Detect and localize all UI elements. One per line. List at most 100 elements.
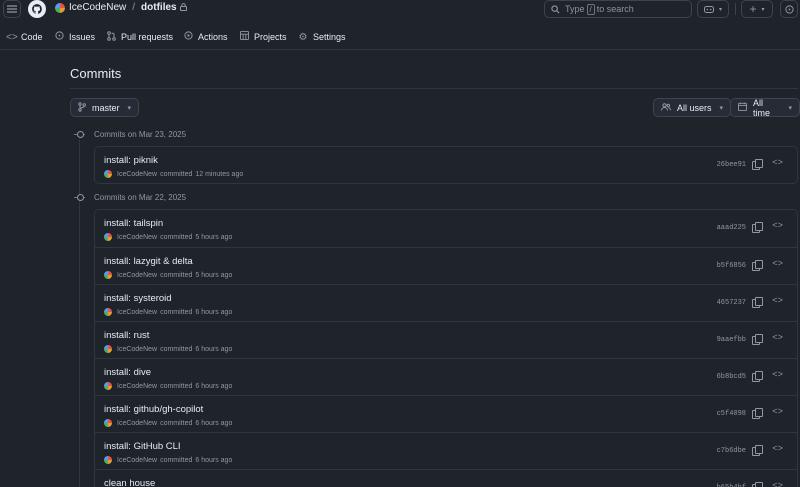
copy-icon[interactable]	[752, 260, 763, 271]
tab-label: Code	[21, 32, 43, 42]
divider	[735, 3, 736, 15]
tab-label: Projects	[254, 32, 287, 42]
chevron-down-icon: ▾	[718, 6, 722, 13]
commit-author[interactable]: IceCodeNew	[117, 234, 157, 241]
commit-row: install: tailspin IceCodeNew committed 5…	[95, 210, 797, 247]
commit-message[interactable]: clean house	[104, 478, 155, 487]
copy-icon[interactable]	[752, 371, 763, 382]
tab-pull-requests[interactable]: Pull requests	[106, 30, 173, 44]
copy-icon[interactable]	[752, 297, 763, 308]
branch-selector[interactable]: master ▾	[70, 98, 140, 117]
commit-action: committed	[160, 382, 193, 390]
commit-row: clean house b65b4bf <>	[95, 469, 797, 487]
tab-issues[interactable]: Issues	[54, 30, 95, 44]
table-icon	[239, 31, 249, 43]
commit-sha[interactable]: c7b6dbe	[717, 447, 746, 455]
code-icon[interactable]: <>	[772, 444, 783, 454]
code-icon[interactable]: <>	[772, 296, 783, 306]
copy-icon[interactable]	[752, 482, 763, 487]
menu-button[interactable]	[3, 0, 21, 18]
commit-sha[interactable]: 9aaefbb	[717, 336, 746, 344]
avatar[interactable]	[104, 233, 112, 241]
commit-row: install: rust IceCodeNew committed 6 hou…	[95, 321, 797, 358]
commit-author[interactable]: IceCodeNew	[117, 171, 157, 178]
tab-projects[interactable]: Projects	[239, 30, 287, 44]
commit-sha[interactable]: 6b8bcd5	[717, 373, 746, 381]
code-icon[interactable]: <>	[772, 158, 783, 168]
commit-action: committed	[160, 308, 193, 316]
copy-icon[interactable]	[752, 445, 763, 456]
avatar[interactable]	[104, 170, 112, 178]
create-new-button[interactable]: + ▾	[741, 0, 773, 18]
commit-group-heading: Commits on Mar 22, 2025	[74, 192, 186, 203]
code-icon[interactable]: <>	[772, 481, 783, 487]
commit-action: committed	[160, 271, 193, 279]
plus-icon: +	[749, 2, 757, 16]
copy-icon[interactable]	[752, 222, 763, 233]
tab-code[interactable]: <> Code	[6, 30, 43, 44]
commit-sha[interactable]: c5f4098	[717, 410, 746, 418]
copy-icon[interactable]	[752, 408, 763, 419]
commit-meta: IceCodeNew committed 12 minutes ago	[104, 170, 243, 178]
commit-time: 5 hours ago	[195, 233, 233, 241]
top-bar: IceCodeNew / dotfiles Type / to search ▾…	[0, 0, 800, 20]
code-icon[interactable]: <>	[772, 221, 783, 231]
lock-icon	[179, 2, 187, 13]
commit-message[interactable]: install: systeroid	[104, 293, 172, 304]
avatar[interactable]	[104, 271, 112, 279]
time-filter[interactable]: All time ▾	[730, 98, 800, 118]
commit-author[interactable]: IceCodeNew	[117, 420, 157, 427]
commit-author[interactable]: IceCodeNew	[117, 272, 157, 279]
gear-icon: ⚙	[298, 31, 308, 43]
github-logo-icon[interactable]	[28, 0, 46, 18]
code-icon[interactable]: <>	[772, 407, 783, 417]
commit-meta: IceCodeNew committed 6 hours ago	[104, 456, 232, 464]
tab-label: Issues	[69, 32, 96, 42]
tab-actions[interactable]: Actions	[183, 30, 228, 44]
breadcrumb-separator: /	[132, 2, 136, 13]
commit-message[interactable]: install: GitHub CLI	[104, 441, 181, 452]
commit-message[interactable]: install: lazygit & delta	[104, 256, 193, 267]
commit-author[interactable]: IceCodeNew	[117, 309, 157, 316]
group-date: Commits on Mar 22, 2025	[94, 193, 187, 202]
code-icon[interactable]: <>	[772, 259, 783, 269]
avatar[interactable]	[104, 382, 112, 390]
breadcrumb: IceCodeNew / dotfiles	[55, 2, 187, 13]
commit-author[interactable]: IceCodeNew	[117, 383, 157, 390]
tab-settings[interactable]: ⚙ Settings	[298, 30, 346, 44]
commit-time: 6 hours ago	[195, 308, 233, 316]
commit-row: install: github/gh-copilot IceCodeNew co…	[95, 395, 797, 432]
avatar[interactable]	[104, 419, 112, 427]
search-input[interactable]: Type / to search	[544, 0, 692, 18]
tab-label: Actions	[198, 32, 228, 42]
commit-message[interactable]: install: rust	[104, 330, 149, 341]
commit-sha[interactable]: aaad225	[717, 224, 746, 232]
commit-row: install: lazygit & delta IceCodeNew comm…	[95, 247, 797, 284]
commit-meta: IceCodeNew committed 6 hours ago	[104, 345, 232, 353]
commit-author[interactable]: IceCodeNew	[117, 346, 157, 353]
commit-message[interactable]: install: github/gh-copilot	[104, 404, 203, 415]
avatar[interactable]	[104, 456, 112, 464]
commit-sha[interactable]: 26bee91	[717, 161, 746, 169]
chevron-down-icon: ▾	[761, 6, 765, 13]
commit-message[interactable]: install: tailspin	[104, 218, 163, 229]
issues-button[interactable]	[780, 0, 798, 18]
commit-sha[interactable]: b5f6856	[717, 262, 746, 270]
owner-link[interactable]: IceCodeNew	[69, 2, 126, 13]
commit-message[interactable]: install: dive	[104, 367, 151, 378]
commit-author[interactable]: IceCodeNew	[117, 457, 157, 464]
code-icon[interactable]: <>	[772, 370, 783, 380]
users-filter[interactable]: All users ▾	[653, 98, 732, 117]
avatar[interactable]	[104, 308, 112, 316]
commit-sha[interactable]: 4657237	[717, 299, 746, 307]
divider	[70, 88, 798, 89]
copilot-button[interactable]: ▾	[697, 0, 729, 18]
commit-message[interactable]: install: piknik	[104, 155, 158, 166]
commit-row: install: piknik IceCodeNew committed 12 …	[95, 147, 797, 183]
repo-link[interactable]: dotfiles	[141, 2, 177, 13]
copy-icon[interactable]	[752, 334, 763, 345]
code-icon[interactable]: <>	[772, 333, 783, 343]
branch-icon	[78, 101, 86, 114]
avatar[interactable]	[104, 345, 112, 353]
copy-icon[interactable]	[752, 159, 763, 170]
